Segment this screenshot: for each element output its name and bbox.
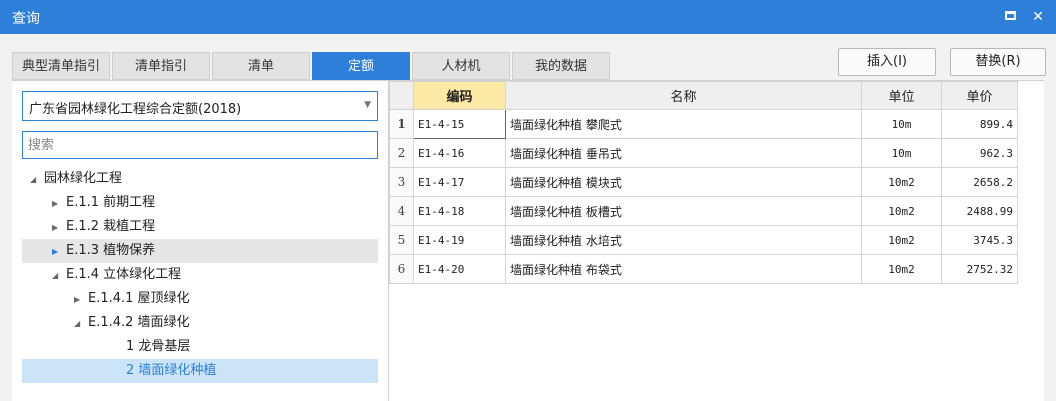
maximize-button[interactable] [1000,7,1020,27]
price-cell[interactable]: 2488.99 [941,196,1018,226]
collapsed-arrow-icon[interactable]: ▶ [52,216,66,240]
unit-cell[interactable]: 10m2 [861,196,942,226]
row-number: 3 [389,167,414,197]
expanded-arrow-icon[interactable]: ◢ [52,264,66,288]
tab-quota[interactable]: 定额 [312,52,410,80]
row-number: 4 [389,196,414,226]
search-input[interactable] [22,131,378,159]
price-cell[interactable]: 899.4 [941,109,1018,139]
tree-node-e111[interactable]: ▶ E.1.1 前期工程 [22,191,378,215]
code-column-header[interactable]: 编码 [413,81,506,110]
row-number-header [389,81,414,110]
table-row[interactable]: 6 E1-4-20 墙面绿化种植 布袋式 10m2 2752.32 [389,254,1018,284]
unit-cell[interactable]: 10m2 [861,225,942,255]
tree-node-e112[interactable]: ▶ E.1.2 栽植工程 [22,215,378,239]
close-button[interactable]: ✕ [1028,7,1048,27]
tree-node-label: 园林绿化工程 [44,171,123,186]
dialog-body: 典型清单指引 清单指引 清单 定额 人材机 我的数据 插入(I) 替换(R) 广… [0,34,1056,401]
name-cell[interactable]: 墙面绿化种植 攀爬式 [505,109,862,139]
price-cell[interactable]: 962.3 [941,138,1018,168]
code-cell[interactable]: E1-4-16 [413,138,506,168]
collapsed-arrow-icon[interactable]: ▶ [52,192,66,216]
unit-column-header[interactable]: 单位 [861,81,942,110]
row-number: 5 [389,225,414,255]
tree-node-label: E.1.3 植物保养 [66,243,156,258]
code-cell[interactable]: E1-4-18 [413,196,506,226]
title-bar: 查询 ✕ [0,0,1056,34]
table-row[interactable]: 3 E1-4-17 墙面绿化种植 模块式 10m2 2658.2 [389,167,1018,197]
tree-node-label: E.1.4.1 屋顶绿化 [88,291,190,306]
tree-node-label: E.1.4.2 墙面绿化 [88,315,190,330]
tree-node-label: 2 墙面绿化种植 [126,363,217,378]
tree-node-label: E.1.2 栽植工程 [66,219,156,234]
unit-cell[interactable]: 10m2 [861,167,942,197]
row-number: 1 [389,109,414,139]
table-row[interactable]: 1 E1-4-15 墙面绿化种植 攀爬式 10m 899.4 [389,109,1018,139]
quota-library-select[interactable]: 广东省园林绿化工程综合定额(2018) ▼ [22,91,378,121]
tree-node-label: E.1.4 立体绿化工程 [66,267,182,282]
tree-node-keel-base[interactable]: 1 龙骨基层 [22,335,378,359]
name-cell[interactable]: 墙面绿化种植 模块式 [505,167,862,197]
name-cell[interactable]: 墙面绿化种植 布袋式 [505,254,862,284]
name-cell[interactable]: 墙面绿化种植 垂吊式 [505,138,862,168]
unit-cell[interactable]: 10m [861,138,942,168]
row-number: 2 [389,138,414,168]
price-column-header[interactable]: 单价 [941,81,1018,110]
tab-my-data[interactable]: 我的数据 [512,52,610,80]
table-row[interactable]: 4 E1-4-18 墙面绿化种植 板槽式 10m2 2488.99 [389,196,1018,226]
tree-node-e114[interactable]: ◢ E.1.4 立体绿化工程 [22,263,378,287]
tree-node-label: E.1.1 前期工程 [66,195,156,210]
table-row[interactable]: 2 E1-4-16 墙面绿化种植 垂吊式 10m 962.3 [389,138,1018,168]
price-cell[interactable]: 2658.2 [941,167,1018,197]
table-header-row: 编码 名称 单位 单价 [389,81,1018,110]
window-title: 查询 [12,11,40,27]
price-cell[interactable]: 3745.3 [941,225,1018,255]
code-cell[interactable]: E1-4-19 [413,225,506,255]
table-row[interactable]: 5 E1-4-19 墙面绿化种植 水培式 10m2 3745.3 [389,225,1018,255]
expanded-arrow-icon[interactable]: ◢ [30,168,44,192]
tree-node-e1141[interactable]: ▶ E.1.4.1 屋顶绿化 [22,287,378,311]
tab-typical-bill-guide[interactable]: 典型清单指引 [12,52,110,80]
insert-button[interactable]: 插入(I) [838,48,936,76]
tree-node-e113[interactable]: ▶ E.1.3 植物保养 [22,239,378,263]
chevron-down-icon: ▼ [364,100,371,110]
tree-node-e1142[interactable]: ◢ E.1.4.2 墙面绿化 [22,311,378,335]
name-cell[interactable]: 墙面绿化种植 板槽式 [505,196,862,226]
quota-library-value: 广东省园林绿化工程综合定额(2018) [29,102,242,117]
collapsed-arrow-icon[interactable]: ▶ [52,240,66,264]
unit-cell[interactable]: 10m2 [861,254,942,284]
unit-cell[interactable]: 10m [861,109,942,139]
name-column-header[interactable]: 名称 [505,81,862,110]
tab-labor-material-machine[interactable]: 人材机 [412,52,510,80]
code-cell[interactable]: E1-4-15 [413,109,506,139]
tab-bill[interactable]: 清单 [212,52,310,80]
close-icon: ✕ [1032,9,1044,25]
tab-bill-guide[interactable]: 清单指引 [112,52,210,80]
code-cell[interactable]: E1-4-17 [413,167,506,197]
tree-node-wall-planting[interactable]: 2 墙面绿化种植 [22,359,378,383]
code-cell[interactable]: E1-4-20 [413,254,506,284]
tree-node-label: 1 龙骨基层 [126,339,191,354]
expanded-arrow-icon[interactable]: ◢ [74,312,88,336]
row-number: 6 [389,254,414,284]
quota-table: 编码 名称 单位 单价 1 E1-4-15 墙面绿化种植 攀爬式 10m 899… [389,81,1018,284]
replace-button[interactable]: 替换(R) [950,48,1046,76]
price-cell[interactable]: 2752.32 [941,254,1018,284]
quota-results-panel: 编码 名称 单位 单价 1 E1-4-15 墙面绿化种植 攀爬式 10m 899… [388,80,1044,401]
quota-tree-panel: 广东省园林绿化工程综合定额(2018) ▼ ◢园林绿化工程 ▶E.1.1 前期工… [12,80,388,401]
tree-node-landscape-engineering[interactable]: ◢ 园林绿化工程 [22,167,378,191]
name-cell[interactable]: 墙面绿化种植 水培式 [505,225,862,255]
collapsed-arrow-icon[interactable]: ▶ [74,288,88,312]
maximize-icon [1004,11,1016,20]
